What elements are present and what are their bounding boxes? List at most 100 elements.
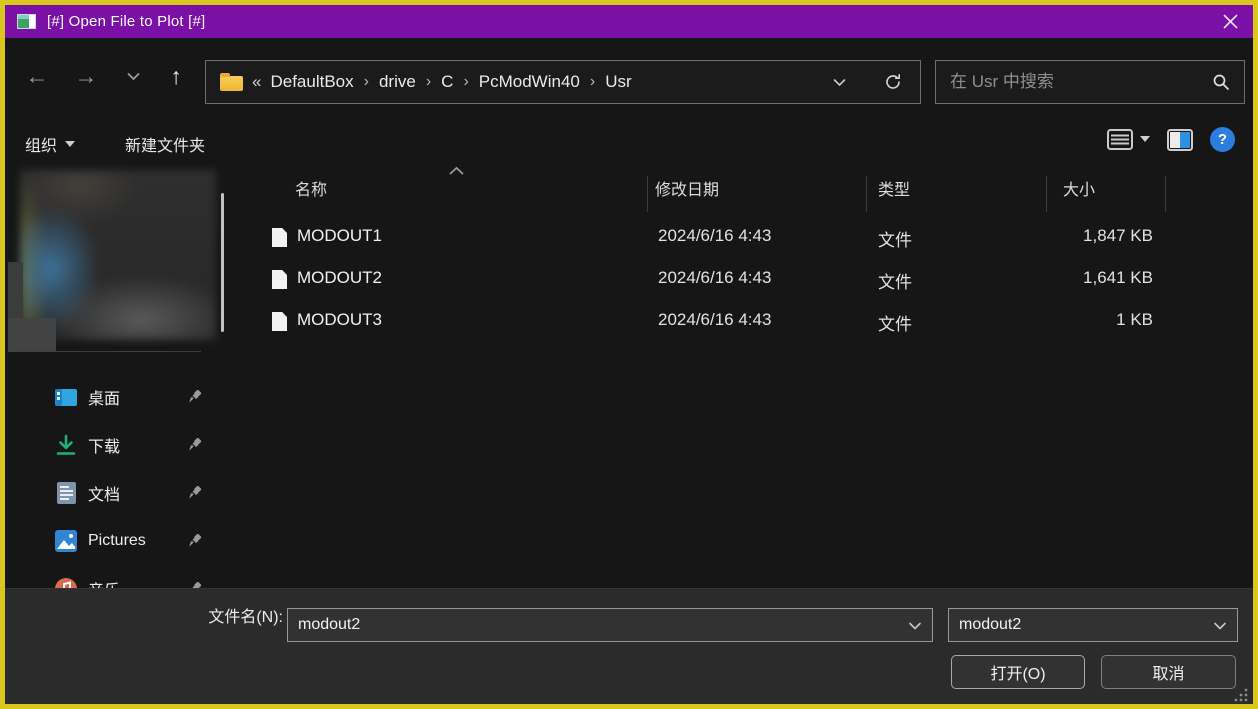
file-icon: [272, 228, 287, 247]
filename-label: 文件名(N):: [125, 603, 283, 627]
sidebar-item-downloads[interactable]: 下载: [0, 421, 240, 469]
search-input[interactable]: [936, 72, 1212, 92]
breadcrumb-item[interactable]: drive: [379, 72, 416, 92]
sidebar-item-desktop[interactable]: 桌面: [0, 373, 240, 421]
pin-icon: [188, 390, 202, 404]
refresh-icon[interactable]: [884, 73, 902, 91]
file-size: 1 KB: [1116, 310, 1153, 330]
new-folder-button[interactable]: 新建文件夹: [125, 128, 205, 160]
file-row-modout3[interactable]: MODOUT3 2024/6/16 4:43 文件 1 KB: [240, 301, 1253, 343]
sidebar-item-label: 文档: [88, 481, 120, 505]
chevron-right-icon: ›: [589, 73, 596, 91]
folder-icon: [220, 76, 243, 91]
help-button[interactable]: ?: [1210, 127, 1235, 152]
file-row-modout1[interactable]: MODOUT1 2024/6/16 4:43 文件 1,847 KB: [240, 217, 1253, 259]
column-header-name[interactable]: 名称: [295, 176, 327, 200]
sidebar-scrollbar[interactable]: [221, 193, 224, 332]
cancel-button[interactable]: 取消: [1101, 655, 1236, 689]
file-type: 文件: [878, 310, 912, 335]
close-button[interactable]: [1215, 8, 1245, 35]
filetype-value: modout2: [949, 616, 1021, 634]
filename-combobox: [287, 608, 933, 642]
recent-locations-button[interactable]: [115, 58, 151, 94]
sidebar-item-label: 下载: [88, 433, 120, 457]
column-divider[interactable]: [1165, 176, 1166, 212]
file-row-modout2[interactable]: MODOUT2 2024/6/16 4:43 文件 1,641 KB: [240, 259, 1253, 301]
forward-button[interactable]: →: [68, 58, 104, 94]
up-icon: ↑: [170, 63, 182, 90]
file-date: 2024/6/16 4:43: [658, 226, 771, 246]
pictures-icon: [54, 529, 78, 553]
file-date: 2024/6/16 4:43: [658, 310, 771, 330]
resize-grip[interactable]: [1233, 687, 1249, 703]
preview-thumbnail: [20, 170, 216, 340]
search-box: [935, 60, 1245, 104]
file-date: 2024/6/16 4:43: [658, 268, 771, 288]
chevron-down-icon: [127, 72, 140, 81]
download-icon: [54, 433, 78, 457]
dialog-footer: 文件名(N): modout2 打开(O) 取消: [5, 588, 1253, 705]
column-header-date[interactable]: 修改日期: [655, 176, 719, 200]
app-icon: [17, 14, 36, 29]
navigation-row: ← → ↑ « DefaultBox › drive › C › PcModWi…: [5, 38, 1253, 118]
chevron-right-icon: ›: [462, 73, 469, 91]
column-divider[interactable]: [1046, 176, 1047, 212]
breadcrumb-item[interactable]: Usr: [605, 72, 631, 92]
sidebar-item-pictures[interactable]: Pictures: [0, 517, 240, 565]
organize-label: 组织: [25, 132, 57, 156]
sidebar-item-label: 桌面: [88, 385, 120, 409]
address-dropdown-icon[interactable]: [833, 78, 846, 87]
file-type: 文件: [878, 268, 912, 293]
pin-icon: [188, 438, 202, 452]
preview-pane-button[interactable]: [1167, 129, 1193, 151]
help-icon: ?: [1218, 131, 1227, 148]
back-button[interactable]: ←: [19, 58, 55, 94]
preview-pane-icon: [1167, 129, 1193, 151]
file-size: 1,641 KB: [1083, 268, 1153, 288]
open-button-label: 打开(O): [990, 660, 1045, 684]
breadcrumb-item[interactable]: C: [441, 72, 453, 92]
filetype-combobox[interactable]: modout2: [948, 608, 1238, 642]
search-icon: [1212, 73, 1230, 91]
filename-input[interactable]: [288, 616, 932, 634]
background-artifact: [8, 318, 56, 352]
command-bar: 组织 新建文件夹 ?: [5, 118, 1253, 170]
chevron-down-icon[interactable]: [909, 622, 921, 630]
desktop-icon: [54, 385, 78, 409]
back-icon: ←: [26, 63, 49, 90]
pin-icon: [188, 486, 202, 500]
column-divider[interactable]: [866, 176, 867, 212]
forward-icon: →: [75, 63, 98, 90]
new-folder-label: 新建文件夹: [125, 132, 205, 156]
sidebar-item-documents[interactable]: 文档: [0, 469, 240, 517]
chevron-down-icon: [65, 141, 75, 148]
column-header-type[interactable]: 类型: [878, 176, 910, 200]
organize-button[interactable]: 组织: [25, 128, 75, 160]
chevron-down-icon: [1214, 622, 1226, 630]
open-file-dialog: [#] Open File to Plot [#] ← → ↑ « Defaul…: [0, 0, 1258, 709]
breadcrumb-item[interactable]: DefaultBox: [270, 72, 353, 92]
view-mode-button[interactable]: [1107, 129, 1150, 150]
chevron-down-icon: [1140, 136, 1150, 143]
breadcrumb-item[interactable]: PcModWin40: [479, 72, 580, 92]
titlebar: [#] Open File to Plot [#]: [5, 5, 1253, 38]
file-name: MODOUT1: [297, 226, 382, 246]
file-icon: [272, 312, 287, 331]
sort-ascending-icon: [449, 166, 464, 175]
close-icon: [1222, 13, 1239, 30]
up-button[interactable]: ↑: [158, 58, 194, 94]
file-size: 1,847 KB: [1083, 226, 1153, 246]
document-icon: [54, 481, 78, 505]
pin-icon: [188, 534, 202, 548]
address-bar[interactable]: « DefaultBox › drive › C › PcModWin40 › …: [205, 60, 921, 104]
column-header-size[interactable]: 大小: [1063, 176, 1095, 200]
cancel-button-label: 取消: [1152, 660, 1184, 684]
window-title: [#] Open File to Plot [#]: [47, 13, 205, 30]
sidebar-item-label: Pictures: [88, 532, 146, 550]
file-name: MODOUT3: [297, 310, 382, 330]
breadcrumb-prefix: «: [252, 72, 261, 92]
column-divider[interactable]: [647, 176, 648, 212]
details-view-icon: [1107, 129, 1133, 150]
chevron-right-icon: ›: [363, 73, 370, 91]
open-button[interactable]: 打开(O): [951, 655, 1085, 689]
